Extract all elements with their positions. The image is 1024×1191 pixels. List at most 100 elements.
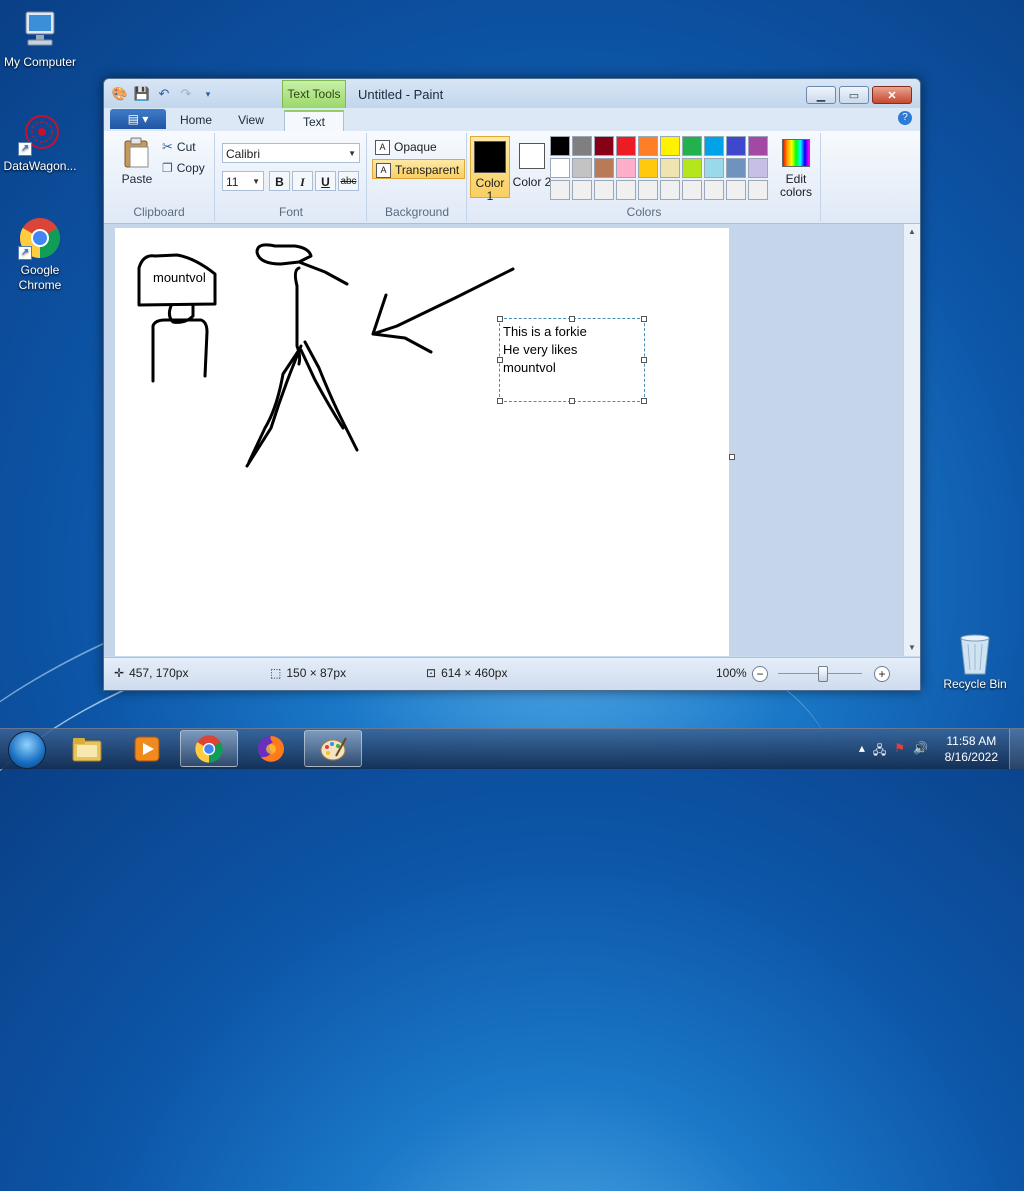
tab-text[interactable]: Text [284, 110, 344, 133]
colors-group-label: Colors [626, 205, 662, 219]
scroll-down-icon[interactable]: ▼ [904, 640, 920, 656]
palette-swatch[interactable] [748, 180, 768, 200]
bold-button[interactable]: B [269, 171, 290, 191]
taskbar-paint[interactable] [304, 730, 362, 767]
color1-button[interactable]: Color 1 [470, 136, 510, 203]
clock[interactable]: 11:58 AM 8/16/2022 [945, 733, 998, 765]
paint-menu-button[interactable]: ▤ ▾ [110, 109, 166, 129]
cursor-position: ✛ 457, 170px [114, 666, 188, 680]
palette-swatch[interactable] [572, 158, 592, 178]
text-box-selection[interactable]: This is a forkie He very likes mountvol [497, 316, 647, 404]
scroll-up-icon[interactable]: ▲ [904, 224, 920, 240]
cut-button[interactable]: ✂ Cut [162, 139, 196, 155]
palette-swatch[interactable] [726, 180, 746, 200]
palette-swatch[interactable] [572, 136, 592, 156]
opaque-option[interactable]: A Opaque [372, 137, 442, 157]
maximize-button[interactable]: ▭ [839, 86, 869, 104]
start-button[interactable] [4, 729, 48, 769]
font-size-select[interactable]: 11 ▼ [222, 171, 264, 191]
palette-swatch[interactable] [704, 136, 724, 156]
undo-icon[interactable]: ↶ [156, 86, 172, 102]
tab-home[interactable]: Home [174, 110, 218, 131]
taskbar-explorer[interactable] [58, 730, 116, 767]
palette-swatch[interactable] [660, 136, 680, 156]
resize-handle[interactable] [497, 357, 503, 363]
color-spectrum-icon [782, 139, 810, 167]
palette-swatch[interactable] [638, 180, 658, 200]
paste-button[interactable]: Paste [116, 137, 158, 186]
customize-qat-icon[interactable]: ▾ [200, 86, 216, 102]
palette-swatch[interactable] [682, 180, 702, 200]
zoom-slider-thumb[interactable] [818, 666, 828, 682]
zoom-in-button[interactable]: + [874, 666, 890, 682]
close-button[interactable]: ✕ [872, 86, 912, 104]
redo-icon[interactable]: ↷ [178, 86, 194, 102]
action-center-flag-icon[interactable]: ⚑ [894, 741, 905, 762]
paint-window[interactable]: 🎨 💾 ↶ ↷ ▾ Text Tools Untitled - Paint ▁ … [103, 78, 921, 691]
palette-swatch[interactable] [550, 180, 570, 200]
palette-swatch[interactable] [660, 158, 680, 178]
resize-handle[interactable] [641, 316, 647, 322]
move-cursor-icon: ✛ [114, 666, 125, 680]
strikethrough-button[interactable]: abc [338, 171, 359, 191]
resize-handle[interactable] [641, 398, 647, 404]
palette-swatch[interactable] [682, 158, 702, 178]
palette-swatch[interactable] [748, 136, 768, 156]
color2-button[interactable]: Color 2 [512, 136, 552, 198]
tab-view[interactable]: View [230, 110, 272, 131]
edit-colors-button[interactable]: Edit colors [774, 136, 818, 199]
palette-swatch[interactable] [726, 158, 746, 178]
resize-handle[interactable] [497, 398, 503, 404]
palette-swatch[interactable] [682, 136, 702, 156]
desktop-icon-chrome[interactable]: ↗ Google Chrome [0, 216, 80, 293]
desktop-icon-recycle-bin[interactable]: Recycle Bin [935, 630, 1015, 692]
desktop-icon-datawagon[interactable]: ↗ DataWagon... [0, 112, 80, 174]
canvas-resize-handle[interactable] [729, 454, 735, 460]
minimize-button[interactable]: ▁ [806, 86, 836, 104]
help-icon[interactable]: ? [898, 111, 912, 125]
taskbar-chrome[interactable] [180, 730, 238, 767]
title-bar[interactable]: 🎨 💾 ↶ ↷ ▾ Text Tools Untitled - Paint ▁ … [104, 79, 920, 108]
ribbon: Paste ✂ Cut ❐ Copy Clipboard Calibri ▼ 11… [104, 131, 920, 224]
copy-button[interactable]: ❐ Copy [162, 161, 205, 175]
palette-swatch[interactable] [616, 136, 636, 156]
transparent-option[interactable]: A Transparent [372, 159, 466, 179]
palette-swatch[interactable] [550, 136, 570, 156]
italic-button[interactable]: I [292, 171, 313, 191]
zoom-out-button[interactable]: − [752, 666, 768, 682]
palette-swatch[interactable] [704, 180, 724, 200]
show-hidden-icons-icon[interactable]: ▴ [859, 741, 865, 762]
taskbar-media-player[interactable] [118, 730, 176, 767]
resize-handle[interactable] [569, 398, 575, 404]
palette-swatch[interactable] [550, 158, 570, 178]
palette-swatch[interactable] [594, 180, 614, 200]
palette-swatch[interactable] [726, 136, 746, 156]
canvas-area[interactable]: mountvol This is a forkie He very likes … [104, 224, 904, 656]
palette-swatch[interactable] [748, 158, 768, 178]
copy-icon: ❐ [162, 161, 173, 175]
palette-swatch[interactable] [704, 158, 724, 178]
resize-handle[interactable] [569, 316, 575, 322]
palette-swatch[interactable] [572, 180, 592, 200]
palette-swatch[interactable] [594, 158, 614, 178]
palette-swatch[interactable] [616, 158, 636, 178]
font-family-select[interactable]: Calibri ▼ [222, 143, 360, 163]
palette-swatch[interactable] [616, 180, 636, 200]
desktop-icon-my-computer[interactable]: My Computer [0, 8, 80, 70]
palette-swatch[interactable] [638, 136, 658, 156]
show-desktop-button[interactable] [1009, 729, 1024, 769]
network-icon[interactable]: 🖧 [873, 741, 886, 762]
drawn-text-mountvol: mountvol [153, 270, 206, 285]
volume-icon[interactable]: 🔊 [913, 741, 928, 762]
resize-handle[interactable] [497, 316, 503, 322]
resize-handle[interactable] [641, 357, 647, 363]
palette-swatch[interactable] [638, 158, 658, 178]
clock-time: 11:58 AM [946, 734, 997, 748]
taskbar-firefox[interactable] [242, 730, 300, 767]
save-icon[interactable]: 💾 [134, 86, 150, 102]
palette-swatch[interactable] [594, 136, 614, 156]
vertical-scrollbar[interactable]: ▲ ▼ [903, 224, 920, 656]
drawing-canvas[interactable]: mountvol This is a forkie He very likes … [115, 228, 729, 656]
palette-swatch[interactable] [660, 180, 680, 200]
underline-button[interactable]: U [315, 171, 336, 191]
